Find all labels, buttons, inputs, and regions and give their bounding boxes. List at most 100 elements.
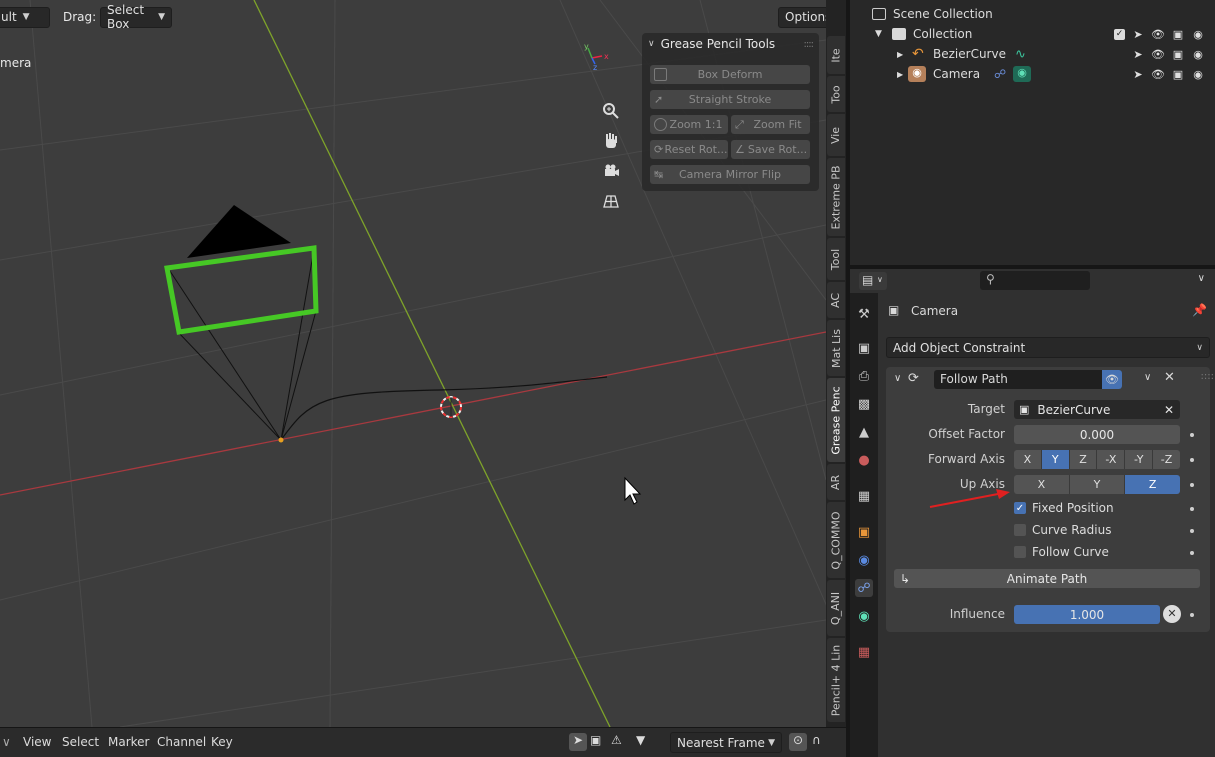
keyframe-dot[interactable] [1190,433,1194,437]
filter-icon[interactable]: ▼ [636,733,645,747]
forward-axis-z[interactable]: Z [1069,450,1098,469]
up-axis-z[interactable]: Z [1125,475,1180,494]
monitor-icon[interactable]: ▣ [1171,47,1185,61]
output-icon[interactable]: ⎙ [855,367,873,385]
close-icon[interactable]: ✕ [1164,403,1174,417]
collection-icon[interactable]: ▦ [855,487,873,505]
proportional-edit-icon[interactable]: ⊙ [789,733,807,751]
keyframe-dot[interactable] [1190,507,1194,511]
editor-type-icon[interactable]: ▤ ∨ [859,272,887,290]
zoom-1-1-button[interactable]: Zoom 1:1 [650,115,728,134]
box-select-icon[interactable]: ▣ [590,733,601,747]
3d-viewport[interactable]: x y z ult ▼ Drag: Select Box ▼ Options ▼… [0,0,826,727]
constraint-name-input[interactable]: Follow Path 👁 [934,370,1122,389]
select-arrow-icon[interactable]: ➤ [1131,67,1145,81]
box-deform-button[interactable]: Box Deform [650,65,810,84]
chevron-down-icon[interactable]: ∨ [2,735,11,749]
constraint-icon[interactable]: ☍ [855,579,873,597]
eye-icon[interactable]: 👁 [1151,27,1165,41]
render-camera-icon[interactable]: ◉ [1191,27,1205,41]
falloff-icon[interactable]: ∩ [812,733,821,747]
keyframe-dot[interactable] [1190,613,1194,617]
drag-handle-icon[interactable]: :::: [804,39,815,50]
physics-icon[interactable]: ◉ [855,551,873,569]
target-field[interactable]: ▣ BezierCurve ✕ [1014,400,1180,419]
fixed-position-checkbox[interactable]: ✓ Fixed Position [1014,501,1114,515]
expand-arrow-icon[interactable]: ▶ [897,70,903,79]
collection-row[interactable]: ▼ Collection ✓ ➤ 👁 ▣ ◉ [850,24,1215,44]
cursor-tool-icon[interactable]: ➤ [569,733,587,751]
reset-rotation-button[interactable]: ⟳ Reset Rot... [650,140,728,159]
texture-icon[interactable]: ▦ [855,643,873,661]
pin-icon[interactable]: 📌 [1192,303,1207,317]
select-arrow-icon[interactable]: ➤ [1131,47,1145,61]
scene-collection-row[interactable]: Scene Collection [850,4,1215,24]
checkbox-icon[interactable]: ✓ [1114,28,1125,40]
influence-slider[interactable]: 1.000 [1014,605,1160,624]
chevron-down-icon[interactable]: ∨ [1198,273,1205,284]
close-icon[interactable]: ✕ [1164,370,1175,385]
monitor-icon[interactable]: ▣ [1171,67,1185,81]
zoom-fit-button[interactable]: ⤢ Zoom Fit [731,115,810,134]
tab-grease-pencil[interactable]: Grease Penc [827,378,845,462]
tab-q-commo[interactable]: Q_COMMO [827,502,845,578]
select-arrow-icon[interactable]: ➤ [1131,27,1145,41]
tab-tool[interactable]: Tool [827,238,845,280]
tab-ac[interactable]: AC [827,282,845,318]
drag-dropdown[interactable]: Select Box ▼ [100,3,172,31]
warning-icon[interactable]: ⚠ [611,733,622,747]
camera-data-icon[interactable]: ◉ [855,607,873,625]
search-input[interactable]: ⚲ [980,271,1090,290]
world-icon[interactable]: ● [855,451,873,469]
camera-mirror-flip-button[interactable]: ↹ Camera Mirror Flip [650,165,810,184]
straight-stroke-button[interactable]: ➚ Straight Stroke [650,90,810,109]
tab-mat-list[interactable]: Mat Lis [827,320,845,376]
keyframe-dot[interactable] [1190,483,1194,487]
hand-icon[interactable] [597,127,625,155]
forward-axis-x[interactable]: X [1014,450,1042,469]
drag-handle-icon[interactable]: :::: [1201,371,1214,382]
forward-axis-neg-y[interactable]: -Y [1125,450,1154,469]
keyframe-dot[interactable] [1190,529,1194,533]
object-icon[interactable]: ▣ [855,523,873,541]
eye-icon[interactable]: 👁 [1151,47,1165,61]
tab-tool-short[interactable]: Too [827,76,845,112]
follow-curve-checkbox[interactable]: Follow Curve [1014,545,1109,559]
curve-data-icon[interactable]: ∿ [1015,47,1026,62]
tab-view[interactable]: Vie [827,114,845,156]
monitor-icon[interactable]: ▣ [1171,27,1185,41]
scene-icon[interactable]: ▲ [855,423,873,441]
options-dropdown[interactable]: Options ▼ [778,6,826,28]
keyframe-dot[interactable] [1190,551,1194,555]
expand-arrow-icon[interactable]: ▶ [897,50,903,59]
eye-icon[interactable]: 👁 [1102,370,1122,389]
chevron-down-icon[interactable]: ∨ [894,373,901,384]
tab-extreme-pb[interactable]: Extreme PB [827,158,845,236]
tab-item[interactable]: Ite [827,36,845,74]
add-object-constraint-dropdown[interactable]: Add Object Constraint ∨ [886,337,1210,358]
save-rotation-button[interactable]: ∠ Save Rot... [731,140,810,159]
view-layer-icon[interactable]: ▩ [855,395,873,413]
forward-axis-neg-z[interactable]: -Z [1153,450,1180,469]
tab-pencil-plus[interactable]: Pencil+ 4 Lin [827,638,845,722]
render-camera-icon[interactable]: ◉ [1191,47,1205,61]
tool-icon[interactable]: ⚒ [855,305,873,323]
bezier-curve-row[interactable]: ▶ ↶ BezierCurve ∿ ➤ 👁 ▣ ◉ [850,44,1215,64]
render-icon[interactable]: ▣ [855,339,873,357]
forward-axis-y[interactable]: Y [1041,450,1070,469]
menu-key[interactable]: Key [211,735,233,749]
expand-arrow-icon[interactable]: ▼ [875,29,882,39]
render-camera-icon[interactable]: ◉ [1191,67,1205,81]
curve-radius-checkbox[interactable]: Curve Radius [1014,523,1111,537]
offset-factor-field[interactable]: 0.000 [1014,425,1180,444]
menu-marker[interactable]: Marker [108,735,149,749]
mode-dropdown[interactable]: ult ▼ [0,6,50,28]
keyframe-dot[interactable] [1190,458,1194,462]
tab-q-ani[interactable]: Q_ANI [827,580,845,636]
camera-row[interactable]: ▶ ◉ Camera ☍ ◉ ➤ 👁 ▣ ◉ [850,64,1215,84]
disable-keep-transform-icon[interactable]: ✕ [1163,605,1181,623]
snap-mode-dropdown[interactable]: Nearest Frame ▼ [670,732,782,753]
menu-select[interactable]: Select [62,735,99,749]
forward-axis-neg-x[interactable]: -X [1097,450,1126,469]
grid-icon[interactable] [597,187,625,215]
